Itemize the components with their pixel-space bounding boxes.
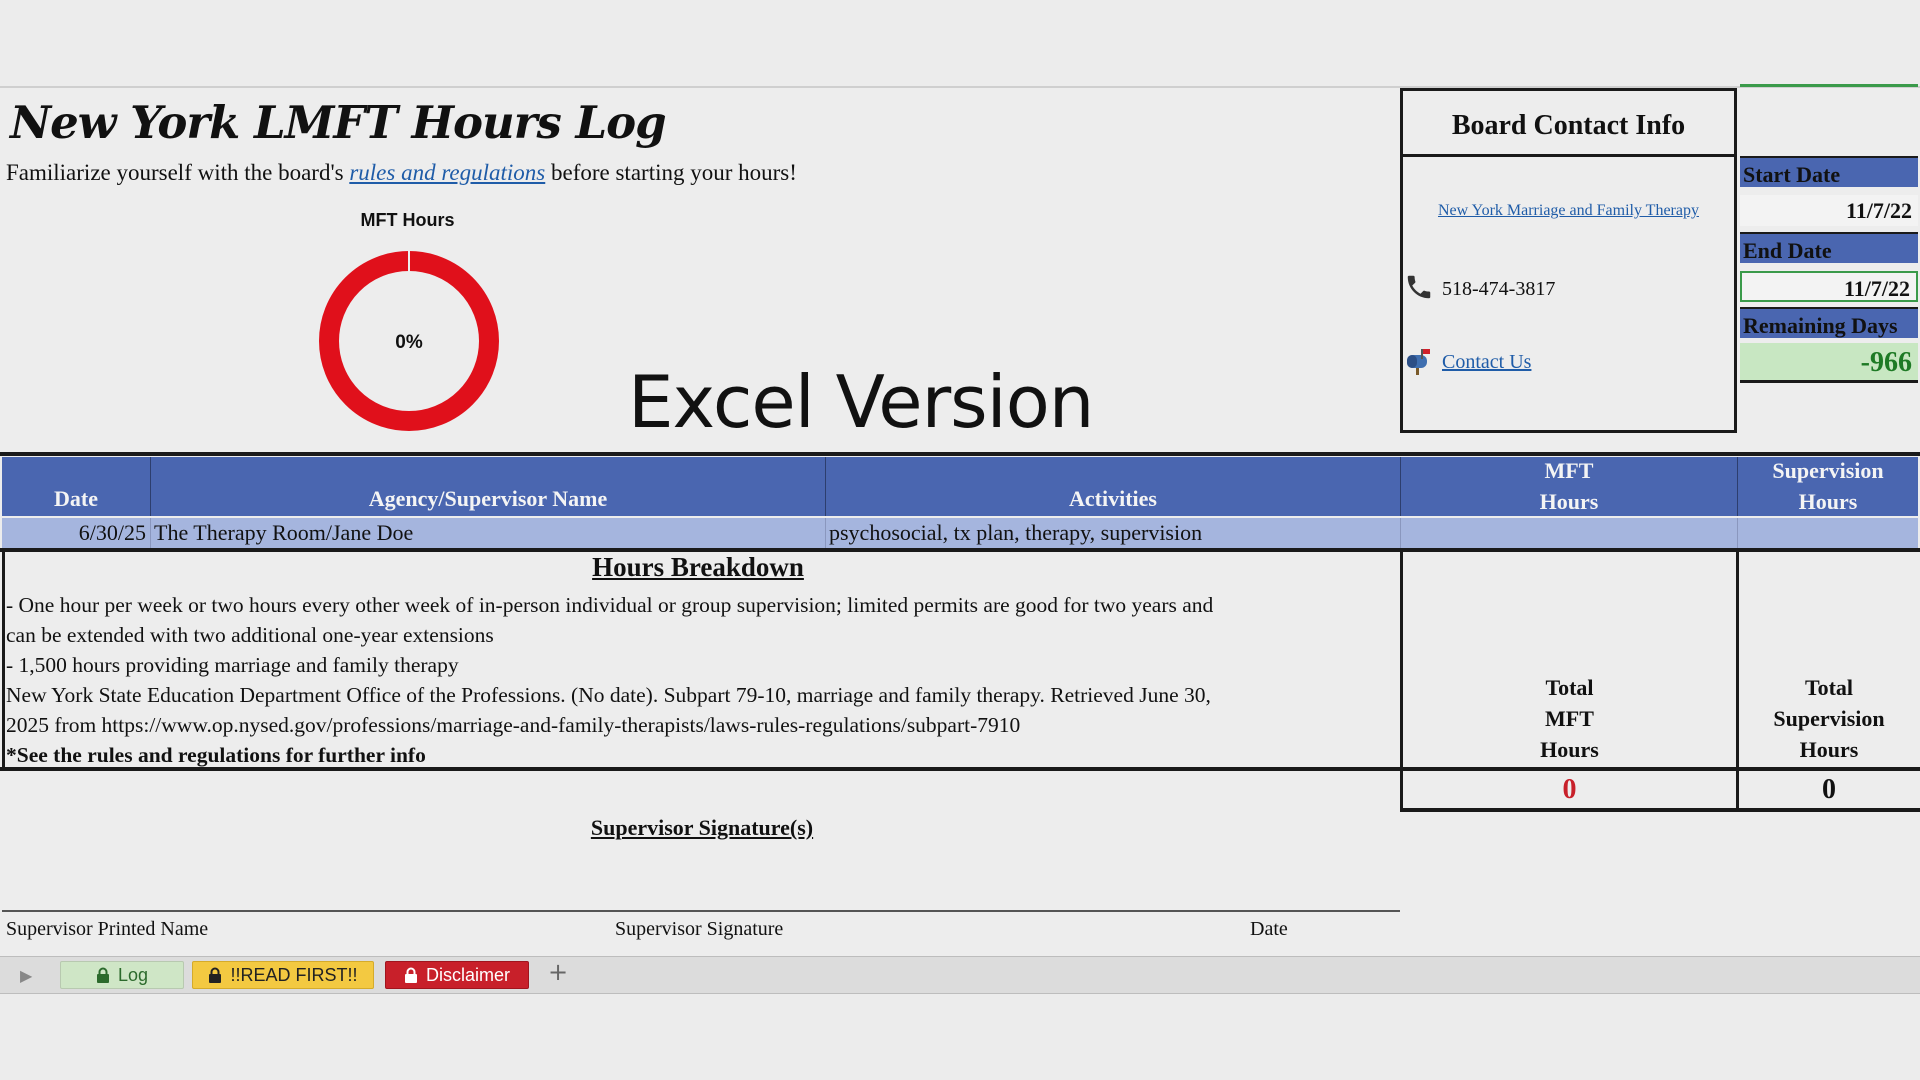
cell-divider	[825, 518, 826, 548]
row-mft-hours-cell[interactable]	[1401, 518, 1737, 548]
total-mft-hours-label: Total MFT Hours	[1403, 672, 1736, 765]
sheet-tab-read-first[interactable]: !!READ FIRST!!	[192, 961, 374, 989]
start-date-value[interactable]: 11/7/22	[1740, 195, 1918, 226]
supervisor-signatures-title: Supervisor Signature(s)	[590, 815, 814, 840]
intro-before: Familiarize yourself with the board's	[6, 160, 350, 185]
intro-text: Familiarize yourself with the board's ru…	[6, 160, 797, 186]
column-header-date[interactable]: Date	[2, 457, 150, 516]
column-header-mft-hours[interactable]: MFT Hours	[1401, 457, 1737, 516]
column-header-mft-line2: Hours	[1539, 488, 1599, 514]
total-sup-label-line: Hours	[1799, 737, 1859, 762]
chart-title: MFT Hours	[360, 210, 455, 230]
sheet-tab-log[interactable]: Log	[60, 961, 184, 989]
breakdown-line: 2025 from https://www.op.nysed.gov/profe…	[6, 713, 1021, 737]
signature-date-label: Date	[1250, 918, 1288, 940]
excel-version-caption: Excel Version	[628, 360, 1094, 444]
supervisor-printed-name-label: Supervisor Printed Name	[6, 918, 209, 940]
play-right-icon[interactable]: ▶	[20, 966, 32, 985]
row-activities-cell[interactable]: psychosocial, tx plan, therapy, supervis…	[829, 518, 1397, 548]
column-header-mft-line1: MFT	[1544, 457, 1594, 483]
total-mft-hours-value[interactable]: 0	[1403, 774, 1736, 806]
breakdown-line: New York State Education Department Offi…	[6, 683, 1211, 707]
phone-icon	[1407, 275, 1431, 299]
totals-bottom-border	[1400, 808, 1920, 812]
row-date-cell[interactable]: 6/30/25	[2, 518, 146, 548]
sheet-tab-log-label: Log	[117, 964, 149, 985]
row-agency-cell[interactable]: The Therapy Room/Jane Doe	[154, 518, 822, 548]
column-header-sup-line1: Supervision	[1772, 457, 1884, 483]
sheet-tab-read-first-label: !!READ FIRST!!	[230, 964, 358, 985]
board-website-link[interactable]: New York Marriage and Family Therapy	[1400, 202, 1737, 220]
contact-us-link[interactable]: Contact Us	[1442, 351, 1531, 374]
board-contact-divider	[1400, 154, 1737, 157]
sheet-tab-disclaimer-label: Disclaimer	[425, 964, 510, 985]
lock-icon	[96, 967, 109, 983]
header-top-border	[0, 452, 1920, 456]
hours-breakdown-title: Hours Breakdown	[592, 552, 804, 582]
board-phone-number: 518-474-3817	[1442, 278, 1556, 300]
column-header-activities[interactable]: Activities	[826, 457, 1400, 516]
selected-cell-indicator	[1740, 84, 1918, 87]
signature-line	[2, 910, 1400, 912]
end-date-value[interactable]: 11/7/22	[1740, 271, 1918, 302]
total-sup-label-line: Supervision	[1773, 706, 1885, 731]
end-date-label: End Date	[1740, 232, 1918, 263]
donut-percent-label: 0%	[395, 332, 423, 353]
rules-and-regulations-link[interactable]: rules and regulations	[349, 160, 545, 185]
column-header-sup-line2: Hours	[1798, 488, 1858, 514]
remaining-days-label: Remaining Days	[1740, 307, 1918, 338]
breakdown-line: can be extended with two additional one-…	[6, 623, 494, 647]
row-supervision-hours-cell[interactable]	[1738, 518, 1918, 548]
column-header-supervision-hours[interactable]: Supervision Hours	[1738, 457, 1918, 516]
hours-breakdown-text: - One hour per week or two hours every o…	[6, 590, 1391, 770]
start-date-label: Start Date	[1740, 156, 1918, 187]
cell-divider	[150, 518, 151, 548]
total-mft-label-line: MFT	[1545, 706, 1594, 731]
lock-icon	[404, 967, 417, 983]
remaining-days-value: -966	[1740, 343, 1918, 383]
mft-hours-donut-chart[interactable]: 0%	[316, 248, 502, 434]
breakdown-line: - One hour per week or two hours every o…	[6, 593, 1214, 617]
sheet-tab-disclaimer[interactable]: Disclaimer	[385, 961, 529, 989]
column-header-agency[interactable]: Agency/Supervisor Name	[151, 457, 825, 516]
lock-icon	[209, 967, 222, 983]
total-supervision-hours-label: Total Supervision Hours	[1739, 672, 1919, 765]
total-mft-label-line: Total	[1545, 675, 1594, 700]
breakdown-line: - 1,500 hours providing marriage and fam…	[6, 653, 459, 677]
board-contact-title: Board Contact Info	[1451, 110, 1686, 141]
supervisor-signature-label: Supervisor Signature	[615, 918, 784, 940]
intro-after: before starting your hours!	[545, 160, 797, 185]
breakdown-note: *See the rules and regulations for furth…	[6, 743, 426, 767]
page-title: New York LMFT Hours Log	[10, 96, 667, 149]
total-mft-label-line: Hours	[1540, 737, 1599, 762]
mailbox-icon	[1407, 349, 1430, 375]
total-sup-label-line: Total	[1804, 675, 1854, 700]
total-supervision-hours-value[interactable]: 0	[1739, 774, 1919, 806]
add-sheet-button[interactable]: +	[548, 958, 568, 986]
